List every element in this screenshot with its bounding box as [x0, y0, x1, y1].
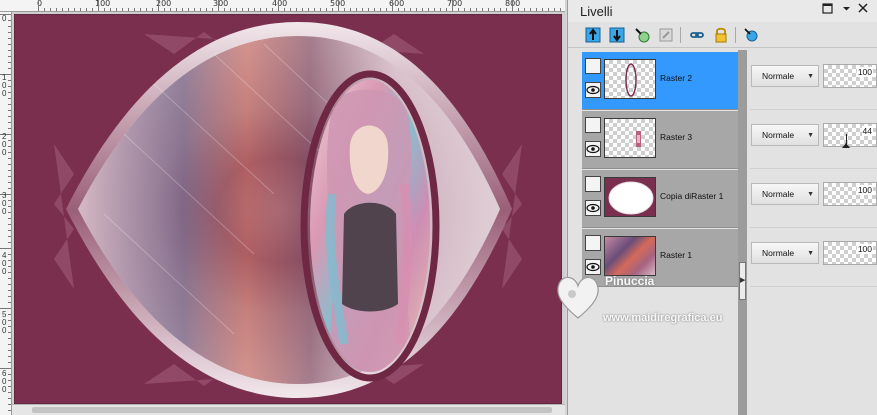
blend-mode-value: Normale [762, 71, 795, 81]
blend-mode-select[interactable]: Normale ▼ [751, 124, 819, 146]
chevron-down-icon: ▼ [807, 191, 814, 198]
layer-name[interactable]: Copia diRaster 1 [660, 191, 723, 201]
opacity-value[interactable]: 44 [861, 126, 873, 136]
layer-type-icon[interactable] [585, 235, 601, 251]
blend-mode-value: Normale [762, 248, 795, 258]
artwork-canvas[interactable] [14, 14, 562, 404]
app-window: 0 100 200 300 400 500 600 700 800 0 1 0 … [0, 0, 877, 415]
new-mask-layer-icon[interactable] [656, 25, 676, 45]
scrollbar-thumb[interactable] [32, 407, 552, 413]
ruler-tick [158, 0, 159, 11]
ruler-label: 300 [213, 0, 229, 8]
visibility-eye-icon[interactable] [585, 200, 601, 216]
layer-name[interactable]: Raster 3 [660, 132, 692, 142]
canvas-area[interactable] [12, 12, 565, 415]
layers-list: Raster 2 Raster 3 Copia diRaster 1 Raste… [582, 52, 740, 288]
ruler-label: 4 0 0 [2, 251, 7, 276]
ruler-label: 700 [447, 0, 463, 8]
layer-thumbnail [604, 118, 656, 158]
ruler-label: 3 0 0 [2, 191, 7, 216]
ruler-tick [278, 0, 279, 11]
lock-icon[interactable] [711, 25, 731, 45]
watermark-name: Pinuccia [605, 274, 655, 288]
layer-props-raster-2: Normale ▼ 100 [750, 52, 877, 110]
layer-thumbnail [604, 177, 656, 217]
layer-row-raster-3[interactable]: Raster 3 [582, 111, 740, 169]
layer-thumbnail [604, 59, 656, 99]
ruler-tick [218, 0, 219, 11]
ruler-label: 1 0 0 [2, 73, 7, 98]
ruler-tick [38, 0, 39, 11]
chevron-down-icon: ▼ [807, 132, 814, 139]
ruler-label: 2 0 0 [2, 132, 7, 157]
pin-icon[interactable] [839, 3, 853, 17]
layer-type-icon[interactable] [585, 176, 601, 192]
visibility-eye-icon[interactable] [585, 82, 601, 98]
ruler-tick [338, 0, 339, 11]
layer-link-icon[interactable] [687, 25, 707, 45]
layer-name[interactable]: Raster 2 [660, 73, 692, 83]
chevron-down-icon: ▼ [807, 73, 814, 80]
opacity-value[interactable]: 100 [856, 185, 873, 195]
watermark: Pinuccia www.maidiregrafica.eu [553, 268, 783, 334]
ruler-label: 400 [272, 0, 288, 8]
opacity-control[interactable]: 100 [823, 241, 877, 265]
restore-icon[interactable] [820, 3, 834, 17]
layer-row-raster-2[interactable]: Raster 2 [582, 52, 740, 110]
heart-logo-icon [557, 276, 599, 319]
layer-properties-icon[interactable] [741, 25, 761, 45]
vertical-ruler: 0 1 0 0 2 0 0 3 0 0 4 0 0 5 0 0 6 0 0 [0, 12, 12, 415]
layer-type-icon[interactable] [585, 117, 601, 133]
ruler-tick [452, 0, 453, 11]
close-icon[interactable] [856, 3, 870, 17]
layers-panel: Livelli Raster 2 Raster 3 Copia diRaster… [567, 0, 877, 415]
opacity-value[interactable]: 100 [856, 67, 873, 77]
ruler-label: 6 0 0 [2, 369, 7, 394]
layers-toolbar [568, 22, 877, 48]
visibility-eye-icon[interactable] [585, 141, 601, 157]
chevron-down-icon: ▼ [807, 250, 814, 257]
panel-splitter[interactable]: ▶ [738, 50, 747, 415]
blend-mode-select[interactable]: Normale ▼ [751, 242, 819, 264]
layer-props-copia-di-raster-1: Normale ▼ 100 [750, 170, 877, 228]
layer-type-icon[interactable] [585, 58, 601, 74]
ruler-tick [0, 248, 11, 249]
horizontal-ruler: 0 100 200 300 400 500 600 700 800 [0, 0, 565, 12]
ruler-label: 5 0 0 [2, 310, 7, 335]
ruler-tick [392, 0, 393, 11]
watermark-url: www.maidiregrafica.eu [603, 312, 723, 324]
layer-name[interactable]: Raster 1 [660, 250, 692, 260]
ruler-tick [98, 0, 99, 11]
ruler-tick [512, 0, 513, 11]
new-adjustment-layer-icon[interactable] [632, 25, 652, 45]
blend-mode-select[interactable]: Normale ▼ [751, 65, 819, 87]
panel-title: Livelli [580, 4, 613, 19]
opacity-value[interactable]: 100 [856, 244, 873, 254]
blend-mode-value: Normale [762, 130, 795, 140]
new-vector-layer-icon[interactable] [607, 25, 627, 45]
panel-title-bar: Livelli [568, 0, 877, 22]
opacity-control[interactable]: 100 [823, 182, 877, 206]
opacity-control[interactable]: 44 [823, 123, 877, 148]
opacity-control[interactable]: 100 [823, 64, 877, 88]
layer-row-copia-di-raster-1[interactable]: Copia diRaster 1 [582, 170, 740, 228]
blend-mode-value: Normale [762, 189, 795, 199]
ruler-label: 0 [2, 14, 7, 23]
new-raster-layer-icon[interactable] [583, 25, 603, 45]
portrait-glaze [310, 80, 430, 372]
opacity-caret-icon[interactable] [842, 143, 850, 148]
blend-mode-select[interactable]: Normale ▼ [751, 183, 819, 205]
ruler-tick [0, 308, 11, 309]
layer-props-raster-3: Normale ▼ 44 [750, 111, 877, 169]
horizontal-scrollbar[interactable] [12, 404, 565, 415]
